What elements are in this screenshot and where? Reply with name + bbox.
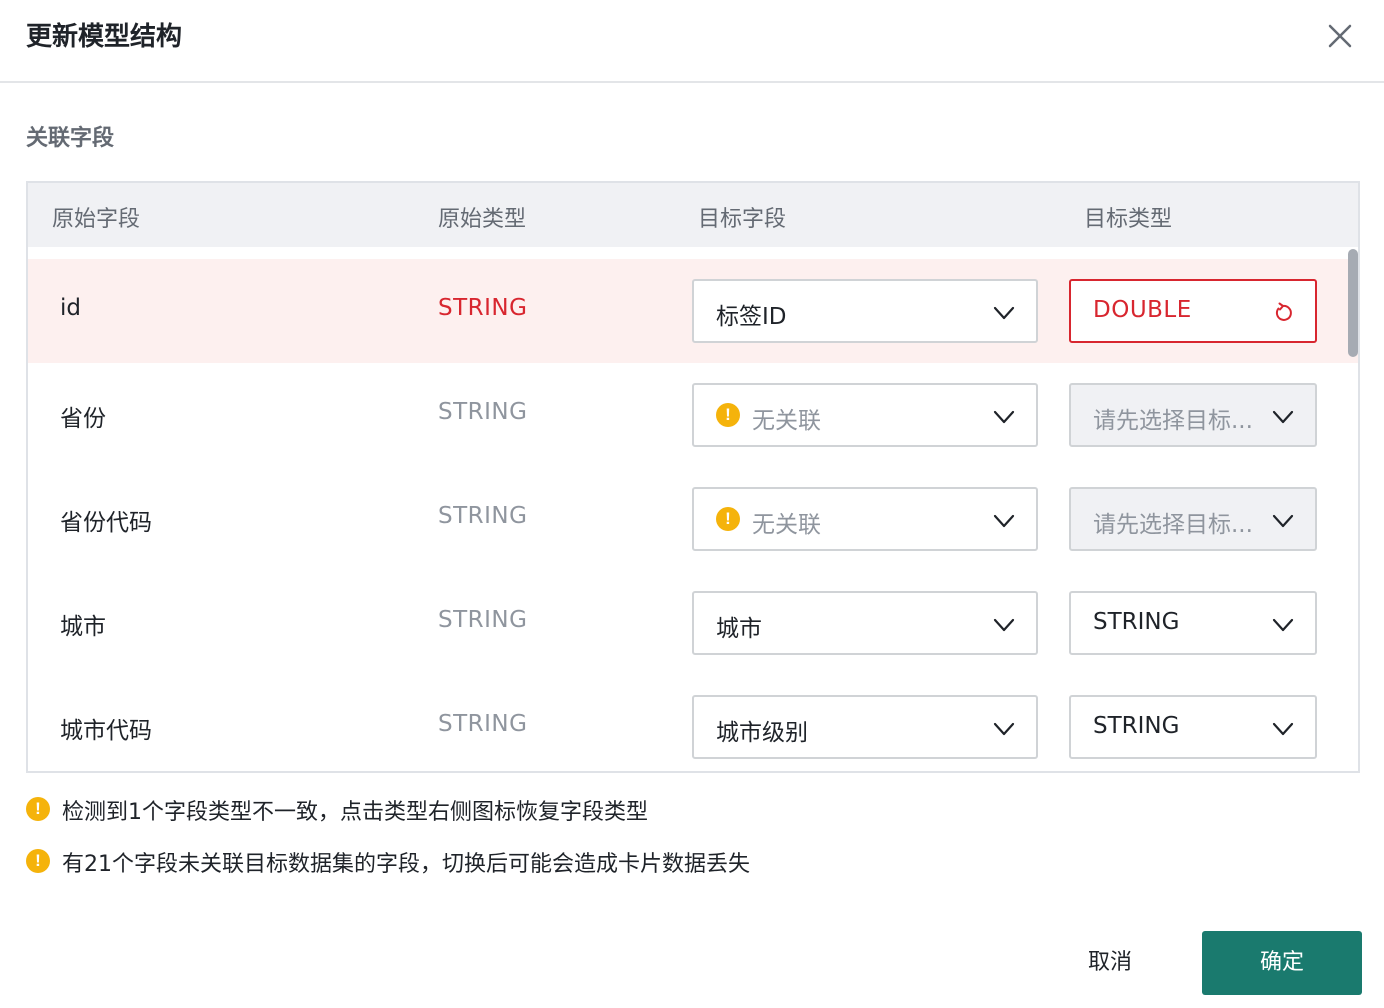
table-row: 城市 STRING 城市 STRING (28, 571, 1358, 675)
target-field-select[interactable]: 城市级别 (692, 695, 1038, 759)
target-field-value: 标签ID (716, 304, 787, 330)
chevron-down-icon (1272, 514, 1294, 528)
warning-icon: ! (26, 849, 50, 873)
notice-text: 检测到1个字段类型不一致，点击类型右侧图标恢复字段类型 (62, 800, 648, 825)
confirm-button[interactable]: 确定 (1202, 931, 1362, 995)
notice-text: 有21个字段未关联目标数据集的字段，切换后可能会造成卡片数据丢失 (62, 852, 750, 877)
chevron-down-icon (993, 618, 1015, 632)
target-type-select[interactable]: DOUBLE (1069, 279, 1317, 343)
source-field: 城市 (60, 614, 106, 640)
chevron-down-icon (993, 722, 1015, 736)
target-type-select[interactable]: STRING (1069, 591, 1317, 655)
target-field-select[interactable]: ! 无关联 (692, 487, 1038, 551)
target-field-select[interactable]: 标签ID (692, 279, 1038, 343)
target-type-value: 请先选择目标... (1093, 408, 1253, 434)
target-type-select[interactable]: 请先选择目标... (1069, 487, 1317, 551)
chevron-down-icon (1272, 722, 1294, 736)
table-row: 省份 STRING ! 无关联 请先选择目标... (28, 363, 1358, 467)
table-header: 原始字段 原始类型 目标字段 目标类型 (28, 183, 1358, 247)
warning-icon: ! (716, 507, 740, 531)
warning-icon: ! (26, 797, 50, 821)
table-row: 省份代码 STRING ! 无关联 请先选择目标... (28, 467, 1358, 571)
chevron-down-icon (1272, 410, 1294, 424)
target-type-select[interactable]: 请先选择目标... (1069, 383, 1317, 447)
source-type: STRING (438, 711, 528, 737)
section-label: 关联字段 (26, 126, 115, 151)
target-field-select[interactable]: ! 无关联 (692, 383, 1038, 447)
target-type-value: DOUBLE (1093, 297, 1192, 323)
close-icon[interactable] (1322, 18, 1358, 54)
source-field: 城市代码 (60, 718, 152, 744)
chevron-down-icon (1272, 618, 1294, 632)
source-field: 省份 (60, 406, 106, 432)
field-mapping-table: 原始字段 原始类型 目标字段 目标类型 id STRING 标签ID DOUBL… (26, 181, 1360, 773)
source-type: STRING (438, 399, 528, 425)
target-field-value: 城市级别 (716, 720, 808, 746)
dialog-title: 更新模型结构 (26, 22, 183, 52)
table-scrollbar[interactable] (1346, 247, 1358, 771)
dialog-header: 更新模型结构 (0, 0, 1384, 83)
scrollbar-thumb[interactable] (1348, 249, 1358, 357)
source-type: STRING (438, 503, 528, 529)
warning-icon: ! (716, 403, 740, 427)
target-field-value: 无关联 (752, 408, 821, 434)
source-type: STRING (438, 607, 528, 633)
target-field-select[interactable]: 城市 (692, 591, 1038, 655)
target-field-value: 城市 (716, 616, 762, 642)
table-row: 城市代码 STRING 城市级别 STRING (28, 675, 1358, 771)
reset-icon[interactable] (1271, 301, 1295, 325)
chevron-down-icon (993, 410, 1015, 424)
update-model-dialog: 更新模型结构 关联字段 原始字段 原始类型 目标字段 目标类型 id STRIN… (0, 0, 1384, 1008)
source-field: 省份代码 (60, 510, 152, 536)
table-row: id STRING 标签ID DOUBLE (28, 259, 1358, 363)
target-type-select[interactable]: STRING (1069, 695, 1317, 759)
chevron-down-icon (993, 514, 1015, 528)
target-type-value: 请先选择目标... (1093, 512, 1253, 538)
cancel-button[interactable]: 取消 (1060, 932, 1160, 994)
header-target-type: 目标类型 (1084, 207, 1173, 232)
target-field-value: 无关联 (752, 512, 821, 538)
header-target-field: 目标字段 (698, 207, 787, 232)
source-field: id (60, 295, 81, 321)
header-source-type: 原始类型 (438, 207, 527, 232)
header-source-field: 原始字段 (52, 207, 141, 232)
target-type-value: STRING (1093, 713, 1180, 739)
chevron-down-icon (993, 306, 1015, 320)
source-type: STRING (438, 295, 528, 321)
target-type-value: STRING (1093, 609, 1180, 635)
